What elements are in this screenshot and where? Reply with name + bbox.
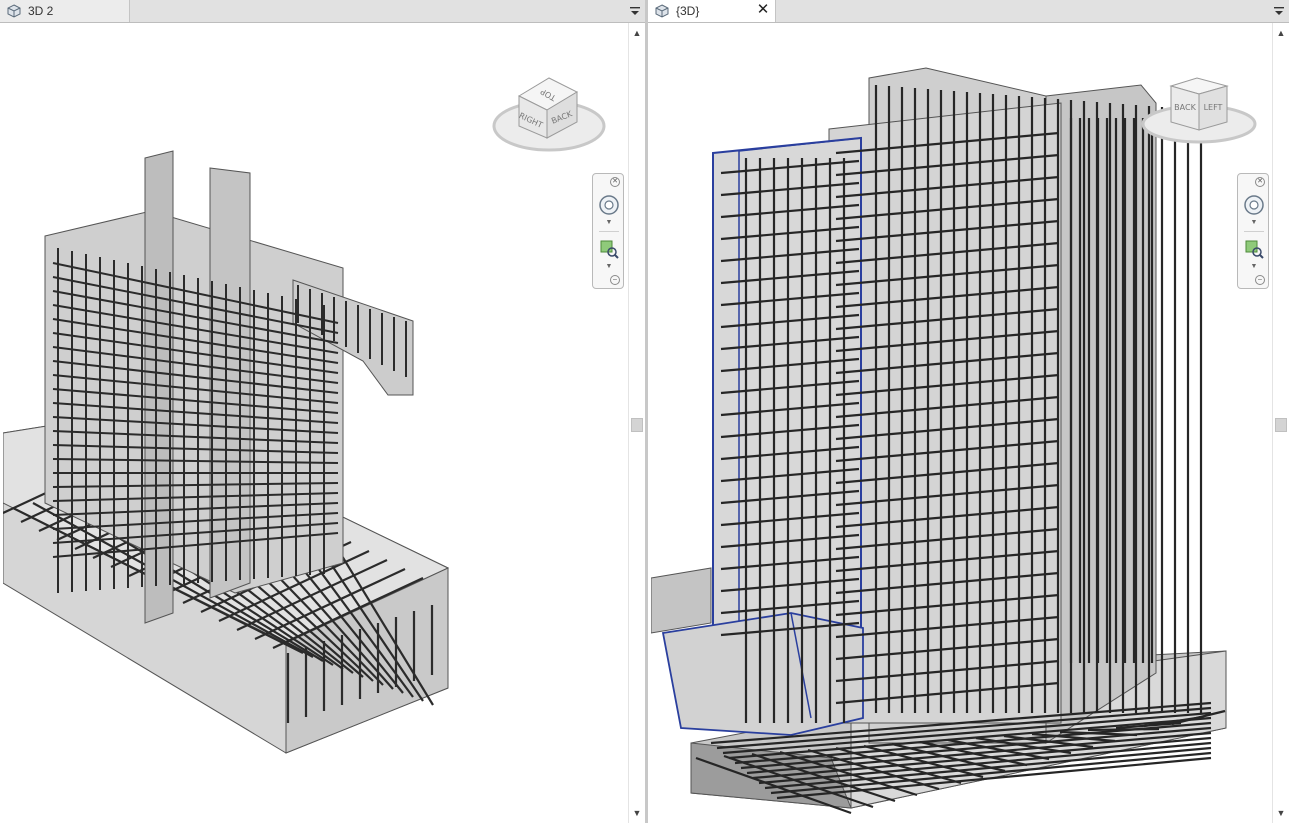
3d-view-icon bbox=[7, 4, 21, 18]
navbar-options-icon[interactable]: – bbox=[1255, 275, 1265, 285]
tab-label: {3D} bbox=[676, 4, 700, 18]
navbar-close-icon[interactable]: ✕ bbox=[1255, 177, 1265, 187]
navbar-close-icon[interactable]: ✕ bbox=[610, 177, 620, 187]
view-pane-3d-2[interactable]: 3D 2 TOP RIGHT BACK ✕ ▼ ▼ – ▲ ▼ bbox=[0, 0, 645, 823]
viewcube-icon[interactable]: TOP RIGHT BACK bbox=[491, 68, 611, 158]
dropdown-arrow-icon[interactable] bbox=[1273, 4, 1285, 18]
steering-wheel-icon[interactable] bbox=[1243, 194, 1265, 216]
wheel-dropdown-icon[interactable]: ▼ bbox=[1249, 219, 1259, 226]
wheel-dropdown-icon[interactable]: ▼ bbox=[604, 219, 614, 226]
view-pane-3d[interactable]: {3D} ✕ BACK LEFT ✕ ▼ ▼ – ▲ ▼ bbox=[648, 0, 1289, 823]
tab-bar: 3D 2 bbox=[0, 0, 645, 23]
3d-view-canvas[interactable]: BACK LEFT ✕ ▼ ▼ – bbox=[650, 23, 1271, 823]
scroll-thumb[interactable] bbox=[1275, 418, 1287, 432]
close-icon[interactable]: ✕ bbox=[756, 2, 770, 17]
vertical-scrollbar[interactable]: ▲ ▼ bbox=[628, 23, 645, 823]
tab-label: 3D 2 bbox=[28, 4, 54, 18]
tab-3d[interactable]: {3D} ✕ bbox=[648, 0, 776, 22]
navigation-bar: ✕ ▼ ▼ – bbox=[592, 173, 624, 289]
vertical-scrollbar[interactable]: ▲ ▼ bbox=[1272, 23, 1289, 823]
scroll-up-arrow-icon[interactable]: ▲ bbox=[1273, 25, 1289, 41]
navbar-options-icon[interactable]: – bbox=[610, 275, 620, 285]
dropdown-arrow-icon[interactable] bbox=[629, 4, 641, 18]
tab-3d-2[interactable]: 3D 2 bbox=[0, 0, 130, 22]
navigation-bar: ✕ ▼ ▼ – bbox=[1237, 173, 1269, 289]
zoom-dropdown-icon[interactable]: ▼ bbox=[1249, 263, 1259, 270]
zoom-dropdown-icon[interactable]: ▼ bbox=[604, 263, 614, 270]
tab-bar: {3D} ✕ bbox=[648, 0, 1289, 23]
steering-wheel-icon[interactable] bbox=[598, 194, 620, 216]
3d-view-icon bbox=[655, 4, 669, 18]
scroll-thumb[interactable] bbox=[631, 418, 643, 432]
viewcube-front-label: BACK bbox=[1174, 103, 1196, 112]
scroll-up-arrow-icon[interactable]: ▲ bbox=[629, 25, 645, 41]
zoom-region-icon[interactable] bbox=[1243, 238, 1265, 260]
scroll-down-arrow-icon[interactable]: ▼ bbox=[629, 805, 645, 821]
zoom-region-icon[interactable] bbox=[598, 238, 620, 260]
scroll-down-arrow-icon[interactable]: ▼ bbox=[1273, 805, 1289, 821]
viewcube-side-label: LEFT bbox=[1204, 103, 1223, 112]
viewcube-icon[interactable]: BACK LEFT bbox=[1141, 68, 1261, 158]
3d-view-canvas[interactable]: TOP RIGHT BACK ✕ ▼ ▼ – bbox=[2, 23, 627, 823]
